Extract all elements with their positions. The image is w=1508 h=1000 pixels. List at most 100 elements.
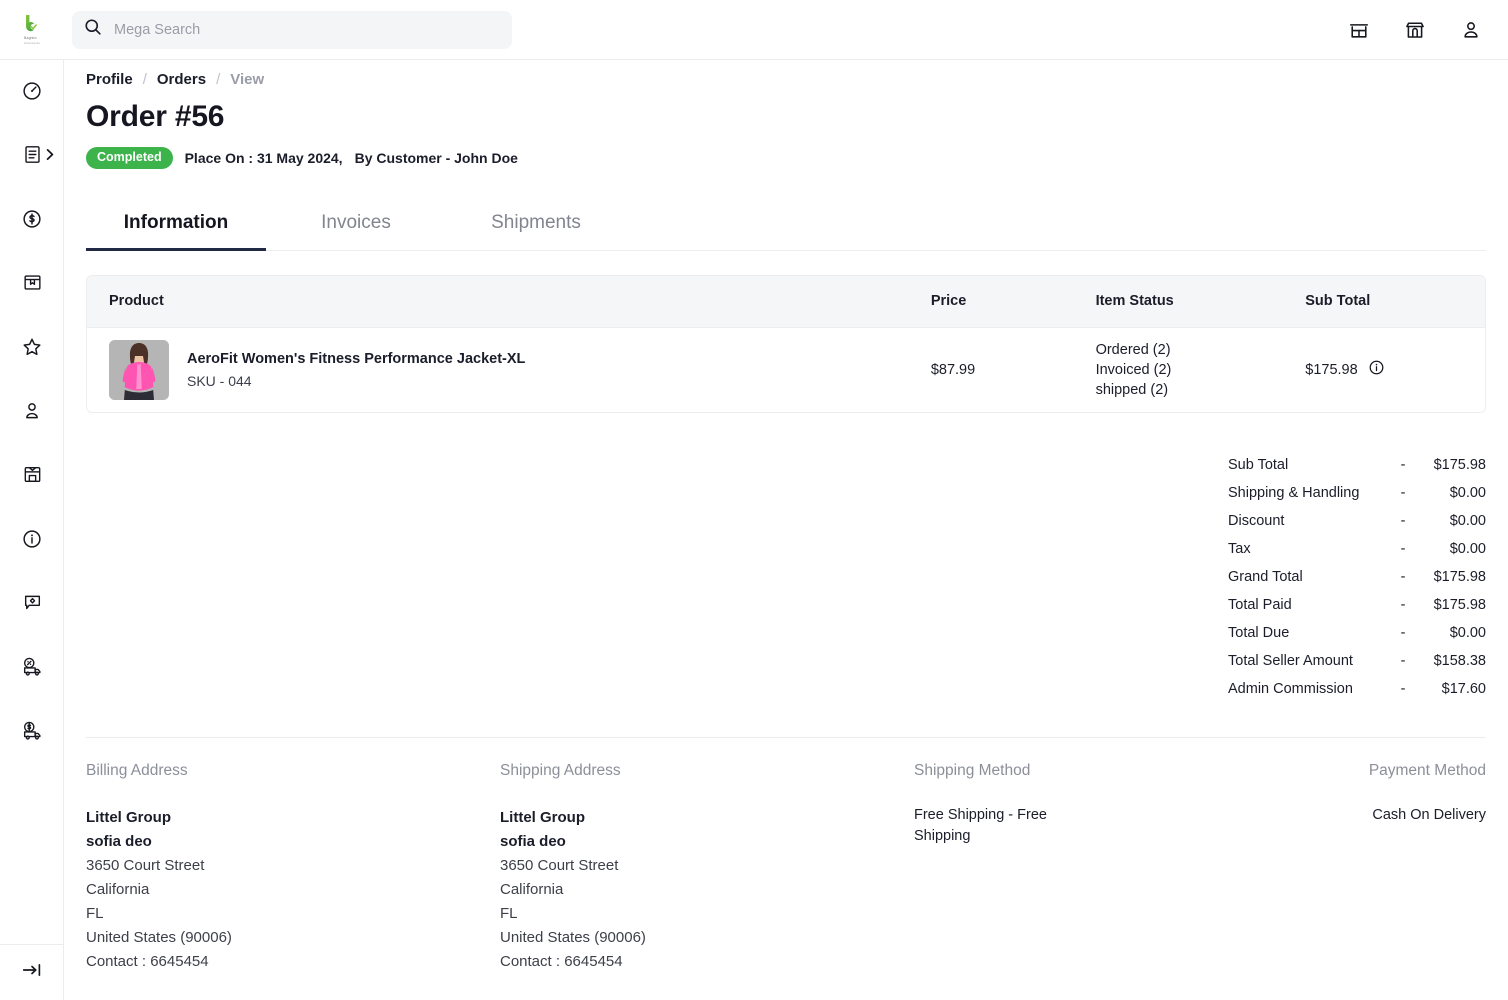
- sidebar: [0, 60, 64, 1000]
- total-value: $158.38: [1433, 652, 1486, 669]
- sidebar-item-customers[interactable]: [0, 392, 64, 434]
- orders-icon: [22, 144, 43, 170]
- cell-product: AeroFit Women's Fitness Performance Jack…: [87, 339, 931, 400]
- section-divider: [86, 736, 1486, 738]
- total-dash: -: [1400, 596, 1406, 613]
- tab-shipments[interactable]: Shipments: [446, 212, 626, 250]
- column-header-product: Product: [109, 293, 164, 309]
- collapse-sidebar-button[interactable]: [0, 944, 64, 1000]
- breadcrumb: Profile / Orders / View: [86, 60, 1486, 88]
- shipping-method-value: Free Shipping - Free Shipping: [914, 806, 1047, 844]
- shipping-street: 3650 Court Street: [500, 856, 619, 874]
- storefront-icon[interactable]: [1344, 15, 1374, 45]
- total-value: $175.98: [1433, 596, 1486, 613]
- total-value: $175.98: [1433, 568, 1486, 585]
- breadcrumb-profile[interactable]: Profile: [86, 71, 133, 88]
- total-label: Shipping & Handling: [1228, 484, 1360, 501]
- total-row-admin-commission: Admin Commission - $17.60: [1228, 675, 1486, 703]
- delivery-payment-icon: [20, 720, 44, 747]
- billing-company: Littel Group: [86, 808, 171, 826]
- billing-country: United States (90006): [86, 928, 232, 946]
- order-totals: Sub Total - $175.98 Shipping & Handling …: [86, 451, 1486, 703]
- sidebar-item-dashboard[interactable]: [0, 72, 64, 114]
- sidebar-item-sales[interactable]: [0, 136, 64, 178]
- status-badge: Completed: [86, 147, 173, 169]
- sidebar-item-shipping-payment[interactable]: [0, 712, 64, 754]
- shipping-method-block: Shipping Method Free Shipping - Free Shi…: [914, 762, 1354, 974]
- column-header-item-status: Item Status: [1095, 293, 1174, 309]
- shop-icon[interactable]: [1400, 15, 1430, 45]
- shipping-company: Littel Group: [500, 808, 585, 826]
- total-row-discount: Discount - $0.00: [1228, 507, 1486, 535]
- order-tabs: Information Invoices Shipments: [86, 195, 1486, 251]
- total-value: $0.00: [1449, 484, 1486, 501]
- total-row-total-seller-amount: Total Seller Amount - $158.38: [1228, 647, 1486, 675]
- shipping-address-heading: Shipping Address: [500, 761, 621, 779]
- total-dash: -: [1400, 456, 1406, 473]
- user-account-icon[interactable]: [1456, 15, 1486, 45]
- total-value: $175.98: [1433, 456, 1486, 473]
- breadcrumb-orders[interactable]: Orders: [157, 71, 206, 88]
- order-meta: Completed Place On : 31 May 2024, By Cus…: [86, 147, 1486, 169]
- shipping-person: sofia deo: [500, 832, 566, 850]
- sidebar-item-shipping-discount[interactable]: [0, 648, 64, 690]
- total-dash: -: [1400, 680, 1406, 697]
- total-dash: -: [1400, 512, 1406, 529]
- collapse-sidebar-icon: [20, 961, 44, 984]
- breadcrumb-separator-2: /: [216, 71, 221, 88]
- delivery-discount-icon: [20, 656, 44, 683]
- chevron-right-icon[interactable]: [44, 148, 56, 167]
- order-footer-details: Billing Address Littel Group sofia deo 3…: [86, 762, 1486, 974]
- total-label: Grand Total: [1228, 568, 1303, 585]
- total-label: Total Due: [1228, 624, 1290, 641]
- info-circle-icon: [21, 528, 43, 555]
- order-items-table: Product Price Item Status Sub Total Aero…: [86, 274, 1486, 413]
- total-dash: -: [1400, 652, 1406, 669]
- status-ordered: Ordered (2): [1095, 341, 1171, 358]
- top-bar: Bagisto eCommerce: [0, 0, 1508, 60]
- dashboard-icon: [21, 80, 43, 107]
- billing-state: FL: [86, 904, 104, 922]
- table-header-row: Product Price Item Status Sub Total: [87, 275, 1485, 328]
- billing-street: 3650 Court Street: [86, 856, 205, 874]
- sidebar-item-reviews[interactable]: [0, 328, 64, 370]
- shipping-contact: Contact : 6645454: [500, 952, 623, 970]
- sidebar-item-inventory[interactable]: [0, 456, 64, 498]
- main-content: Profile / Orders / View Order #56 Comple…: [64, 60, 1508, 1000]
- tab-information[interactable]: Information: [86, 212, 266, 251]
- logo-wordmark: Bagisto eCommerce: [24, 35, 40, 45]
- table-row: AeroFit Women's Fitness Performance Jack…: [87, 327, 1485, 412]
- shipping-method-heading: Shipping Method: [914, 761, 1031, 779]
- column-header-price: Price: [930, 293, 967, 309]
- search-input[interactable]: [114, 21, 500, 38]
- sidebar-item-information[interactable]: [0, 520, 64, 562]
- bagisto-logo-icon: [21, 13, 43, 35]
- total-value: $17.60: [1441, 680, 1486, 697]
- billing-city: California: [86, 880, 150, 898]
- customer-icon: [21, 400, 43, 427]
- total-row-sub-total: Sub Total - $175.98: [1228, 451, 1486, 479]
- product-sku: SKU - 044: [187, 372, 252, 389]
- billing-contact: Contact : 6645454: [86, 952, 209, 970]
- tab-invoices[interactable]: Invoices: [266, 212, 446, 250]
- search-bar[interactable]: [72, 10, 512, 49]
- shipping-address-block: Shipping Address Littel Group sofia deo …: [500, 762, 914, 974]
- total-label: Total Paid: [1228, 596, 1292, 613]
- product-name: AeroFit Women's Fitness Performance Jack…: [187, 350, 526, 367]
- sidebar-item-transactions[interactable]: [0, 200, 64, 242]
- order-customer: By Customer - John Doe: [354, 149, 518, 166]
- info-circle-icon[interactable]: [1368, 359, 1385, 381]
- total-label: Sub Total: [1228, 456, 1289, 473]
- payment-method-block: Payment Method Cash On Delivery: [1354, 762, 1486, 974]
- total-value: $0.00: [1449, 512, 1486, 529]
- total-row-shipping-handling: Shipping & Handling - $0.00: [1228, 479, 1486, 507]
- billing-address-block: Billing Address Littel Group sofia deo 3…: [86, 762, 500, 974]
- page-title: Order #56: [86, 100, 225, 133]
- product-thumbnail[interactable]: [109, 339, 169, 400]
- app-logo[interactable]: Bagisto eCommerce: [0, 0, 64, 60]
- sidebar-item-messages[interactable]: [0, 584, 64, 626]
- breadcrumb-current: View: [230, 71, 265, 88]
- order-placed-on: Place On : 31 May 2024,: [184, 149, 343, 166]
- search-icon: [84, 18, 102, 41]
- sidebar-item-catalog[interactable]: [0, 264, 64, 306]
